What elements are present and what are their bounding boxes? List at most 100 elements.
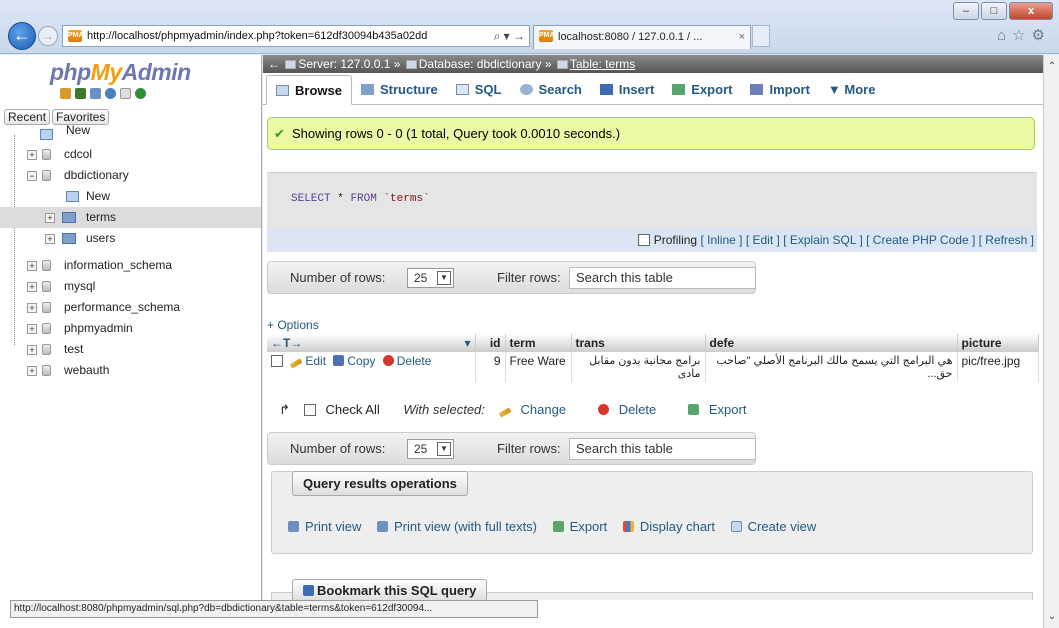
tab-browse[interactable]: Browse xyxy=(266,75,352,105)
tree-item-webauth[interactable]: + webauth xyxy=(0,360,261,381)
create-view-link[interactable]: Create view xyxy=(730,519,823,534)
forward-button[interactable]: → xyxy=(38,26,58,46)
create-php-link[interactable]: [ Create PHP Code ] xyxy=(866,233,975,247)
explain-sql-link[interactable]: [ Explain SQL ] xyxy=(783,233,863,247)
sort-dropdown-icon[interactable]: ▾ xyxy=(464,336,470,350)
tab-more[interactable]: ▼ More xyxy=(819,75,885,105)
print-view-link[interactable]: Print view xyxy=(288,519,367,534)
tree-item-test[interactable]: + test xyxy=(0,339,261,360)
bulk-delete-link[interactable]: Delete xyxy=(597,402,667,417)
close-window-button[interactable]: x xyxy=(1009,2,1053,20)
edit-sql-link[interactable]: [ Edit ] xyxy=(746,233,780,247)
inline-link[interactable]: [ Inline ] xyxy=(700,233,742,247)
address-tools[interactable]: ⌕ ▾ → xyxy=(489,26,525,46)
breadcrumb-table[interactable]: Table: terms xyxy=(570,57,635,71)
tab-export[interactable]: Export xyxy=(663,75,741,105)
tree-item-dbdictionary[interactable]: − dbdictionary xyxy=(0,165,261,186)
query-results-operations: Query results operations Print view Prin… xyxy=(271,471,1033,554)
tree-item-information-schema[interactable]: + information_schema xyxy=(0,255,261,276)
tree-label: cdcol xyxy=(64,147,93,161)
tab-sql[interactable]: SQL xyxy=(447,75,511,105)
tree-item-performance-schema[interactable]: + performance_schema xyxy=(0,297,261,318)
breadcrumb-database[interactable]: Database: dbdictionary xyxy=(419,57,542,71)
tree-label: performance_schema xyxy=(64,300,181,314)
cell-id[interactable]: 9 xyxy=(475,352,506,382)
check-all[interactable]: Check All xyxy=(303,402,390,417)
breadcrumb-server[interactable]: Server: 127.0.0.1 xyxy=(298,57,390,71)
tab-favicon-icon: PMA xyxy=(539,30,555,42)
row-checkbox[interactable] xyxy=(271,355,283,367)
expand-icon[interactable]: + xyxy=(27,261,37,271)
number-of-rows-select[interactable]: 25 ▼ xyxy=(407,268,454,288)
change-link[interactable]: Change xyxy=(498,402,577,418)
maximize-button[interactable]: □ xyxy=(981,2,1007,20)
bulk-export-link[interactable]: Export xyxy=(687,402,757,417)
tree-item-phpmyadmin[interactable]: + phpmyadmin xyxy=(0,318,261,339)
column-header-id[interactable]: id xyxy=(475,334,506,352)
copy-link[interactable]: Copy xyxy=(333,354,375,368)
tab-search[interactable]: Search xyxy=(511,75,591,105)
column-header-term[interactable]: term xyxy=(505,334,572,352)
expand-icon[interactable]: + xyxy=(27,150,37,160)
docs-icon[interactable] xyxy=(120,88,131,99)
refresh-link[interactable]: [ Refresh ] xyxy=(979,233,1034,247)
tree-item-db-new[interactable]: New xyxy=(0,186,261,207)
number-of-rows-label: Number of rows: xyxy=(290,441,386,456)
home-icon[interactable] xyxy=(60,88,71,99)
display-chart-link[interactable]: Display chart xyxy=(622,519,721,534)
cell-picture[interactable]: pic/free.jpg xyxy=(957,352,1039,382)
delete-link[interactable]: Delete xyxy=(382,354,431,368)
new-tab-button[interactable] xyxy=(752,25,770,47)
export-link[interactable]: Export xyxy=(552,519,614,534)
number-of-rows-select[interactable]: 25 ▼ xyxy=(407,439,454,459)
column-header-trans[interactable]: trans xyxy=(571,334,706,352)
cell-term[interactable]: Free Ware xyxy=(505,352,572,382)
phpmyadmin-logo[interactable]: phpMyAdmin xyxy=(50,59,191,86)
cell-defe[interactable]: هي البرامج التي يسمح مالك البرنامج الأصل… xyxy=(705,352,958,382)
page-scrollbar[interactable]: ⌃ ⌄ xyxy=(1043,55,1059,628)
logout-icon[interactable] xyxy=(75,88,86,99)
browser-tab[interactable]: PMA localhost:8080 / 127.0.0.1 / ... × xyxy=(533,25,751,49)
tree-item-users[interactable]: + users xyxy=(0,228,261,249)
column-resize-header[interactable]: ←T→ ▾ xyxy=(267,334,476,352)
tree-item-terms[interactable]: + terms xyxy=(0,207,261,228)
help-icon[interactable] xyxy=(105,88,116,99)
filter-rows-input[interactable]: Search this table xyxy=(569,438,756,460)
check-all-checkbox[interactable] xyxy=(303,404,316,416)
tab-insert[interactable]: Insert xyxy=(591,75,663,105)
print-full-link[interactable]: Print view (with full texts) xyxy=(376,519,543,534)
expand-icon[interactable]: + xyxy=(27,324,37,334)
filter-rows-input[interactable]: Search this table xyxy=(569,267,756,289)
tab-close-icon[interactable]: × xyxy=(739,26,745,48)
tab-structure[interactable]: Structure xyxy=(352,75,447,105)
query-window-icon[interactable] xyxy=(90,88,101,99)
expand-icon[interactable]: + xyxy=(27,303,37,313)
expand-icon[interactable]: + xyxy=(27,282,37,292)
profiling-checkbox[interactable] xyxy=(637,234,650,246)
expand-icon[interactable]: + xyxy=(27,345,37,355)
scroll-down-icon[interactable]: ⌄ xyxy=(1046,611,1058,622)
tree-item-cdcol[interactable]: + cdcol xyxy=(0,144,261,165)
expand-icon[interactable]: + xyxy=(45,234,55,244)
address-bar[interactable]: PMA http://localhost/phpmyadmin/index.ph… xyxy=(62,25,530,47)
breadcrumb-back-icon[interactable]: ← xyxy=(268,57,280,71)
scroll-up-icon[interactable]: ⌃ xyxy=(1046,61,1058,72)
back-button[interactable]: ← xyxy=(8,22,36,50)
recent-button[interactable]: Recent xyxy=(4,109,51,125)
browser-toolbar-icons[interactable]: ⌂☆⚙ xyxy=(997,26,1051,44)
edit-link[interactable]: Edit xyxy=(289,354,326,369)
tree-item-new[interactable]: New xyxy=(0,123,261,144)
column-header-picture[interactable]: picture xyxy=(957,334,1039,352)
navigation-panel: phpMyAdmin Recent Favorites New + cdcol … xyxy=(0,55,262,600)
cell-trans[interactable]: برامج مجانية بدون مقابل مادى xyxy=(571,352,706,382)
reload-icon[interactable] xyxy=(135,88,146,99)
tab-label: More xyxy=(844,82,876,97)
column-header-defe[interactable]: defe xyxy=(705,334,958,352)
expand-icon[interactable]: + xyxy=(45,213,55,223)
options-link[interactable]: + Options xyxy=(267,318,319,332)
minimize-button[interactable]: – xyxy=(953,2,979,20)
collapse-icon[interactable]: − xyxy=(27,171,37,181)
expand-icon[interactable]: + xyxy=(27,366,37,376)
tab-import[interactable]: Import xyxy=(741,75,818,105)
tree-item-mysql[interactable]: + mysql xyxy=(0,276,261,297)
